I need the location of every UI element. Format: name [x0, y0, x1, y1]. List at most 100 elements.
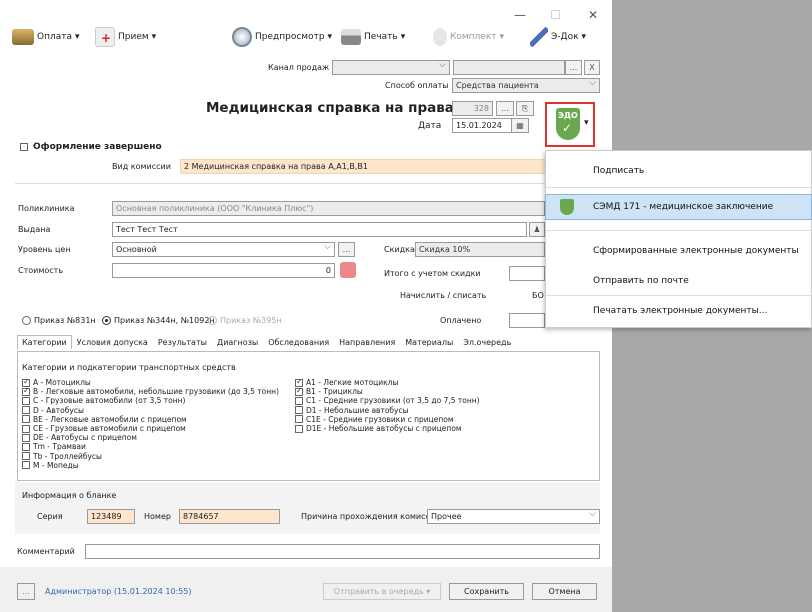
print-label: Печать	[364, 32, 398, 42]
cancel-button[interactable]: Отмена	[532, 583, 597, 600]
category-row[interactable]: DE - Автобусы с прицепом	[22, 433, 279, 442]
commission-field[interactable]: 2 Медицинская справка на права А,А1,В,В1	[180, 159, 548, 174]
menu-item-send-email[interactable]: Отправить по почте	[546, 269, 811, 293]
tab-referrals[interactable]: Направления	[334, 335, 400, 349]
tab-examinations[interactable]: Обследования	[263, 335, 334, 349]
category-row[interactable]: M - Мопеды	[22, 461, 279, 470]
cost-label: Стоимость	[18, 266, 64, 275]
order-831-radio[interactable]	[22, 316, 31, 325]
save-button[interactable]: Сохранить	[449, 583, 524, 600]
number-field[interactable]: 8784657	[179, 509, 280, 524]
category-checkbox[interactable]	[295, 386, 303, 396]
category-checkbox[interactable]	[295, 406, 303, 415]
sales-channel-select[interactable]	[332, 60, 450, 75]
categories-left-list: A - Мотоциклы B - Легковые автомобили, н…	[22, 377, 279, 470]
print-button[interactable]: Печать ▾	[341, 24, 405, 50]
date-field[interactable]: 15.01.2024	[452, 118, 512, 133]
tab-materials[interactable]: Материалы	[400, 335, 458, 349]
category-checkbox[interactable]	[22, 424, 30, 433]
category-row[interactable]: D - Автобусы	[22, 406, 279, 415]
category-checkbox[interactable]	[22, 461, 30, 470]
issued-field[interactable]: Тест Тест Тест	[112, 222, 527, 237]
category-checkbox[interactable]	[22, 396, 30, 405]
sales-channel-more-button[interactable]: ...	[565, 60, 582, 75]
category-row[interactable]: C - Грузовые автомобили (от 3,5 тонн)	[22, 396, 279, 405]
category-label: DE - Автобусы с прицепом	[33, 433, 137, 443]
menu-item-semd-171[interactable]: СЭМД 171 - медицинское заключение	[545, 194, 812, 220]
edoc-button[interactable]: Э-Док ▾	[530, 24, 586, 50]
order-344-radio[interactable]	[102, 316, 111, 325]
category-label: B1 - Трициклы	[306, 387, 363, 397]
edo-sign-button[interactable]: ЭДО ✓ ▾	[545, 102, 595, 147]
preview-label: Предпросмотр	[255, 32, 325, 42]
series-field[interactable]: 123489	[87, 509, 135, 524]
menu-item-print-e-docs[interactable]: Печатать электронные документы...	[546, 299, 811, 323]
category-row[interactable]: D1 - Небольшие автобусы	[295, 406, 480, 415]
calendar-button[interactable]: ▦	[511, 118, 529, 133]
tab-results[interactable]: Результаты	[153, 335, 212, 349]
payment-button[interactable]: Оплата ▾	[12, 24, 80, 50]
category-checkbox[interactable]	[295, 424, 303, 433]
category-row[interactable]: B1 - Трициклы	[295, 386, 480, 397]
category-label: C - Грузовые автомобили (от 3,5 тонн)	[33, 396, 186, 406]
number-more-button[interactable]: ...	[496, 101, 514, 116]
price-level-select[interactable]: Основной	[112, 242, 335, 257]
category-row[interactable]: C1 - Средние грузовики (от 3,5 до 7,5 то…	[295, 396, 480, 405]
category-checkbox[interactable]	[295, 396, 303, 405]
preview-button[interactable]: Предпросмотр ▾	[232, 24, 332, 50]
category-checkbox[interactable]	[22, 442, 30, 451]
discount-field[interactable]: Скидка 10%	[415, 242, 545, 257]
category-checkbox[interactable]	[22, 386, 30, 396]
tab-admission-conditions[interactable]: Условия допуска	[72, 335, 153, 349]
price-level-more-button[interactable]: ...	[338, 242, 355, 257]
category-checkbox[interactable]	[295, 415, 303, 424]
order-395-radio[interactable]	[208, 316, 217, 325]
minimize-button[interactable]: —	[514, 8, 526, 22]
tab-categories[interactable]: Категории	[17, 335, 72, 349]
category-checkbox[interactable]	[22, 452, 30, 461]
reason-select[interactable]: Прочее	[427, 509, 600, 524]
category-row[interactable]: A - Мотоциклы	[22, 377, 279, 387]
menu-item-sign[interactable]: Подписать	[546, 159, 811, 183]
sales-channel-extra-field[interactable]	[453, 60, 565, 75]
check-icon: ✓	[562, 121, 573, 135]
user-timestamp-link[interactable]: Администратор (15.01.2024 10:55)	[45, 586, 192, 598]
pen-icon	[530, 27, 548, 47]
tab-e-queue[interactable]: Эл.очередь	[458, 335, 516, 349]
number-refresh-button[interactable]: ⎘	[516, 101, 534, 116]
category-label: C1 - Средние грузовики (от 3,5 до 7,5 то…	[306, 396, 480, 406]
calculator-icon[interactable]	[340, 262, 356, 278]
category-label: D1 - Небольшие автобусы	[306, 405, 409, 415]
category-row[interactable]: BE - Легковые автомобили с прицепом	[22, 415, 279, 424]
category-row[interactable]: B - Легковые автомобили, небольшие грузо…	[22, 386, 279, 396]
category-row[interactable]: Tm - Трамваи	[22, 442, 279, 451]
category-row[interactable]: Tb - Троллейбусы	[22, 452, 279, 461]
category-checkbox[interactable]	[22, 406, 30, 415]
category-checkbox[interactable]	[22, 415, 30, 424]
person-button[interactable]: ♟	[529, 222, 545, 237]
payment-method-select[interactable]: Средства пациента	[452, 78, 600, 93]
document-number-field[interactable]: 328	[452, 101, 493, 116]
dropdown-arrow-icon: ▾	[75, 32, 80, 42]
clinic-field[interactable]: Основная поликлиника (ООО "Клиника Плюс"…	[112, 201, 545, 216]
dropdown-arrow-icon: ▾	[499, 32, 505, 42]
close-button[interactable]: ✕	[588, 8, 598, 22]
categories-panel: Категории и подкатегории транспортных ср…	[17, 351, 600, 481]
kit-button[interactable]: Комплект ▾	[433, 24, 504, 50]
send-to-queue-button[interactable]: Отправить в очередь ▾	[323, 583, 441, 600]
cost-field[interactable]: 0	[112, 263, 335, 278]
category-checkbox[interactable]	[22, 433, 30, 442]
footer-more-button[interactable]: ...	[17, 583, 35, 600]
tab-diagnoses[interactable]: Диагнозы	[212, 335, 263, 349]
menu-item-semd-171-label: СЭМД 171 - медицинское заключение	[593, 202, 774, 212]
done-checkbox[interactable]	[20, 143, 28, 151]
maximize-button[interactable]: ☐	[550, 8, 561, 22]
menu-item-generated-docs[interactable]: Сформированные электронные документы	[546, 239, 811, 263]
category-row[interactable]: C1E - Средние грузовики с прицепом	[295, 415, 480, 424]
reception-button[interactable]: + Прием ▾	[95, 24, 156, 50]
category-row[interactable]: CE - Грузовые автомобили с прицепом	[22, 424, 279, 433]
category-row[interactable]: A1 - Легкие мотоциклы	[295, 377, 480, 387]
comment-field[interactable]	[85, 544, 600, 559]
category-row[interactable]: D1E - Небольшие автобусы с прицепом	[295, 424, 480, 433]
sales-channel-clear-button[interactable]: X	[584, 60, 600, 75]
